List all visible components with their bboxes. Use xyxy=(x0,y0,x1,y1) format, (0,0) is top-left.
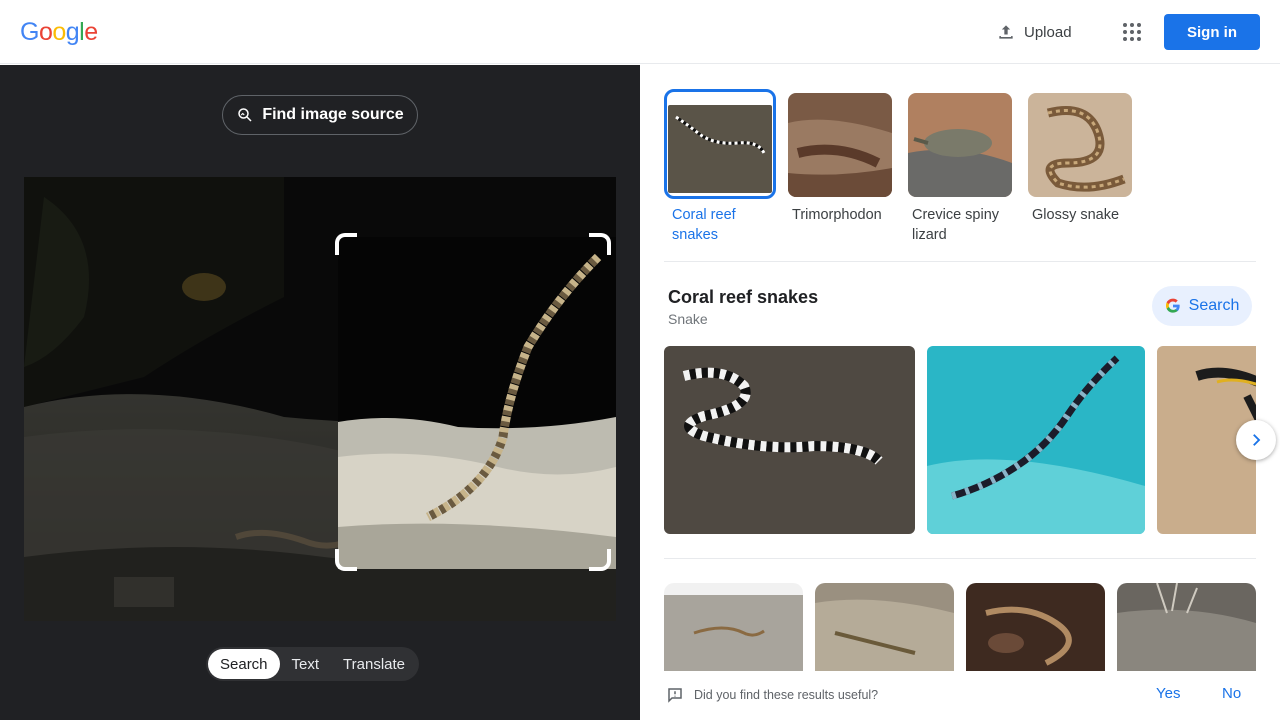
visual-match-image[interactable] xyxy=(966,583,1105,671)
section-divider xyxy=(664,558,1256,559)
top-bar: Google Upload Sign in xyxy=(0,0,1280,64)
upload-button[interactable]: Upload xyxy=(986,14,1082,50)
upload-label: Upload xyxy=(1024,23,1072,41)
chip-thumbnail xyxy=(1028,93,1132,197)
chip-thumbnail xyxy=(788,93,892,197)
chip-coral-reef-snakes[interactable]: Coral reef snakes xyxy=(664,89,776,243)
feedback-no-button[interactable]: No xyxy=(1222,685,1241,702)
crop-handle-top-left[interactable] xyxy=(335,233,357,255)
tab-search[interactable]: Search xyxy=(208,649,280,679)
entity-title[interactable]: Coral reef snakes xyxy=(668,287,818,308)
selected-crop xyxy=(338,237,616,569)
crop-handle-bottom-left[interactable] xyxy=(335,549,357,571)
carousel-next-button[interactable] xyxy=(1236,420,1276,460)
visual-match-image[interactable] xyxy=(1117,583,1256,671)
query-image-panel: Find image source Search Text Translate xyxy=(0,65,640,720)
logo-letter: o xyxy=(52,18,66,46)
chip-crevice-spiny-lizard[interactable]: Crevice spiny lizard xyxy=(904,91,1016,243)
feedback-icon xyxy=(668,688,682,703)
tab-translate[interactable]: Translate xyxy=(331,649,417,679)
google-apps-button[interactable] xyxy=(1114,14,1150,50)
logo-letter: g xyxy=(65,18,80,46)
carousel-image[interactable] xyxy=(927,346,1145,534)
visual-match-image[interactable] xyxy=(664,583,803,671)
feedback-bar: Did you find these results useful? Yes N… xyxy=(640,671,1280,720)
chip-selected-outline xyxy=(664,89,776,199)
entity-chips: Coral reef snakes Trimorphodon Crevice s… xyxy=(664,89,1256,262)
find-image-source-label: Find image source xyxy=(262,106,404,123)
selection-area[interactable] xyxy=(338,237,616,569)
chip-label: Crevice spiny lizard xyxy=(912,207,1000,243)
crop-handle-bottom-right[interactable] xyxy=(589,549,611,571)
find-image-source-button[interactable]: Find image source xyxy=(222,95,418,135)
tab-text[interactable]: Text xyxy=(280,649,332,679)
chip-trimorphodon[interactable]: Trimorphodon xyxy=(784,91,896,223)
logo-letter: o xyxy=(38,18,53,46)
feedback-question: Did you find these results useful? xyxy=(694,688,879,702)
google-logo[interactable]: Google xyxy=(20,18,98,47)
lens-mode-tabs: Search Text Translate xyxy=(206,647,420,681)
chip-label: Coral reef snakes xyxy=(672,207,736,243)
chevron-right-icon xyxy=(1253,434,1261,446)
visual-matches-grid xyxy=(664,583,1256,671)
query-image xyxy=(24,177,616,621)
carousel-image[interactable] xyxy=(664,346,915,534)
feedback-yes-button[interactable]: Yes xyxy=(1156,685,1180,702)
entity-subtitle: Snake xyxy=(668,311,708,327)
google-search-button[interactable]: Search xyxy=(1152,286,1252,326)
visual-match-image[interactable] xyxy=(815,583,954,671)
image-search-icon xyxy=(238,108,252,122)
crop-handle-top-right[interactable] xyxy=(589,233,611,255)
chip-thumbnail xyxy=(908,93,1012,197)
apps-grid-icon xyxy=(1123,23,1141,41)
search-pill-label: Search xyxy=(1188,297,1240,314)
entity-image-carousel xyxy=(664,346,1256,534)
chip-label: Trimorphodon xyxy=(792,207,882,223)
logo-letter: G xyxy=(20,18,39,46)
upload-icon xyxy=(999,25,1013,39)
logo-letter: e xyxy=(84,18,98,46)
google-g-icon xyxy=(1165,298,1180,313)
sign-in-button[interactable]: Sign in xyxy=(1164,14,1260,50)
chip-glossy-snake[interactable]: Glossy snake xyxy=(1024,91,1136,223)
results-panel: Coral reef snakes Trimorphodon Crevice s… xyxy=(640,65,1280,720)
chip-label: Glossy snake xyxy=(1032,207,1120,223)
